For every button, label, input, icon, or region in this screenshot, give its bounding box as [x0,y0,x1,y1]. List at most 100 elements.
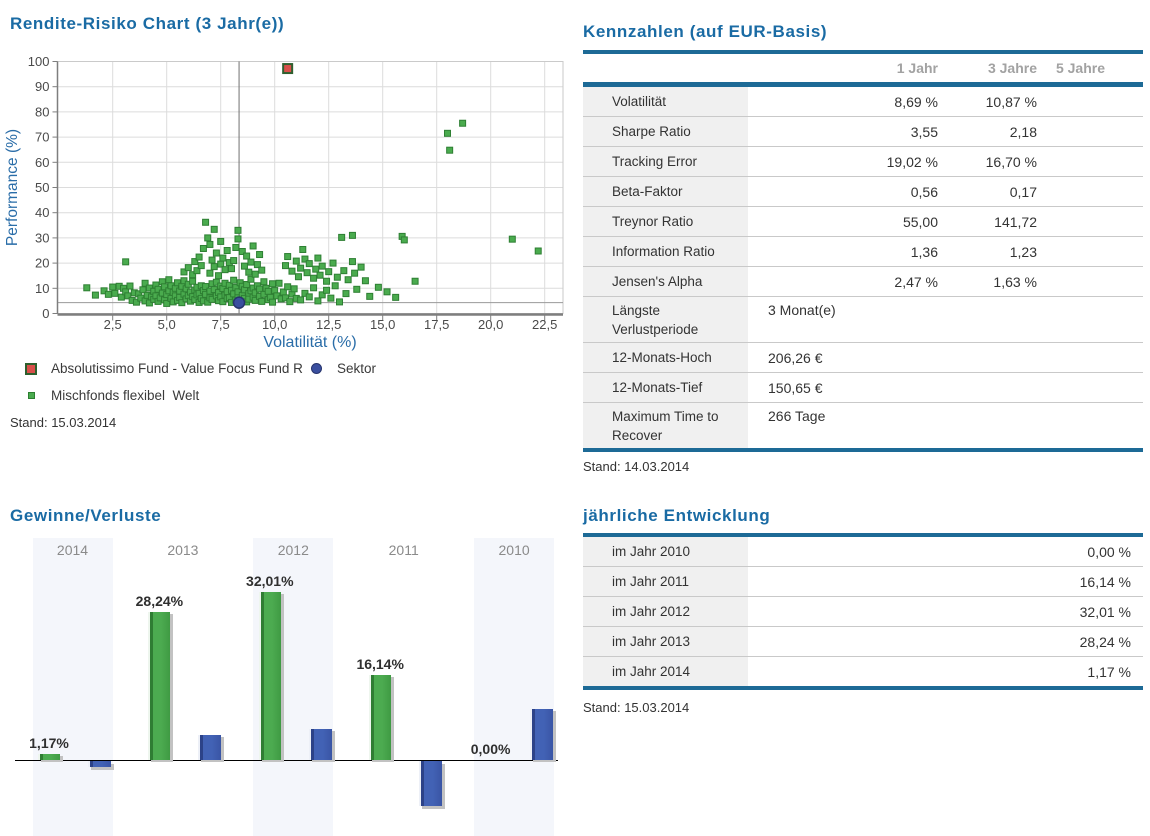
scatter-point [400,236,408,244]
scatter-point [212,249,220,257]
scatter-point [230,276,238,284]
scatter-point [199,244,207,252]
scatter-point [292,257,300,265]
scatter-point [264,287,272,295]
scatter-point [202,218,210,226]
benchmark-bar [419,761,443,807]
bar-value-label: 32,01% [246,573,294,590]
axis-tick-label: 5,0 [158,317,176,332]
year-row-label: im Jahr 2013 [583,627,748,656]
scatter-point [243,252,251,260]
metric-label: 12-Monats-Hoch [583,343,748,372]
scatter-point [228,265,235,273]
metric-value-1y: 2,47 % [894,273,938,290]
yearly-development-title: jährliche Entwicklung [583,506,771,525]
scatter-point [344,276,352,284]
table-row: im Jahr 2012 32,01 % [583,596,1143,626]
fund-legend-label: Absolutissimo Fund - Value Focus Fund R [51,361,303,376]
scatter-point [314,297,322,305]
key-figures-as-of-date: Stand: 14.03.2014 [583,459,690,474]
scatter-point [316,271,324,279]
scatter-point [83,284,91,292]
table-row: Sharpe Ratio 3,55 2,18 [583,116,1143,146]
peer-group-marker-icon [28,392,35,399]
scatter-point [258,297,266,305]
year-label: 2010 [498,542,530,558]
axis-tick-label: 20 [35,256,49,271]
scatter-point [351,269,359,277]
table-rule-bottom [583,448,1143,452]
scatter-point [247,258,255,266]
axis-tick-label: 40 [35,205,49,220]
table-row: im Jahr 2010 0,00 % [583,537,1143,566]
sektor-marker-icon [311,363,322,374]
axis-tick-label: 17,5 [424,317,449,332]
scatter-point [290,285,298,293]
scatter-point [331,282,339,290]
scatter-point [294,273,302,281]
scatter-point [219,254,227,262]
scatter-point [210,225,218,233]
metric-value-3y: 2,18 [1009,123,1037,140]
scatter-point [104,290,112,298]
scatter-point [297,264,305,272]
metric-value-1y: 55,00 [902,213,938,230]
axis-tick-label: 12,5 [316,317,341,332]
year-row-label: im Jahr 2014 [583,657,748,686]
fund-bar [38,753,60,760]
scatter-point [357,263,365,271]
gains-losses-bar-chart: 2014 2013 2012 2011 2010 1,17% 28,24% 32,01% 16,… [0,538,575,836]
year-label: 2014 [56,542,89,558]
scatter-point [206,240,214,248]
table-row: im Jahr 2011 16,14 % [583,566,1143,596]
axis-tick-label: 0 [42,306,49,321]
scatter-point [446,146,454,154]
metric-label: Beta-Faktor [583,177,748,206]
scatter-point [318,262,326,270]
metric-value: 150,65 € [768,379,823,396]
bar-value-label: 0,00% [470,741,511,757]
scatter-point [286,298,294,306]
scatter-point [348,258,356,266]
metric-value-3y: 141,72 [994,213,1037,230]
table-row: im Jahr 2014 1,17 % [583,656,1143,686]
metric-value-3y: 1,23 [1009,243,1037,260]
scatter-point [444,129,451,137]
axis-tick-label: 15,0 [370,317,395,332]
scatter-point [165,276,173,284]
gains-losses-title: Gewinne/Verluste [10,506,162,525]
scatter-point [269,280,277,288]
scatter-point [342,290,350,298]
table-row: Beta-Faktor 0,56 0,17 [583,176,1143,206]
axis-tick-label: 80 [35,104,49,119]
x-axis-label: Volatilität (%) [263,334,357,351]
metric-label: Längste Verlustperiode [583,297,748,342]
table-rule-bottom [583,686,1143,690]
scatter-point [340,267,348,275]
scatter-point [234,235,242,243]
metric-label: Information Ratio [583,237,748,266]
metric-label: Tracking Error [583,147,748,176]
yearly-development-table: im Jahr 2010 0,00 % im Jahr 2011 16,14 % im … [583,533,1143,690]
scatter-point [223,247,231,254]
scatter-point [245,268,253,276]
sektor-point [232,296,246,309]
scatter-point [217,237,225,245]
scatter-point [282,262,289,270]
metric-value: 3 Monat(e) [768,302,836,318]
scatter-point [122,258,130,266]
scatter-point [184,264,192,272]
metric-value-1y: 8,69 % [894,93,938,110]
scatter-point [215,272,223,280]
scatter-point [256,251,264,259]
scatter-point [361,277,369,285]
scatter-point [534,247,542,255]
scatter-point [288,267,296,275]
scatter-point [284,283,292,291]
scatter-point [303,269,311,277]
scatter-point [221,266,229,274]
scatter-point [299,245,307,253]
scatter-point [312,265,320,273]
metric-value-1y: 19,02 % [886,153,938,170]
year-row-label: im Jahr 2010 [583,537,748,566]
